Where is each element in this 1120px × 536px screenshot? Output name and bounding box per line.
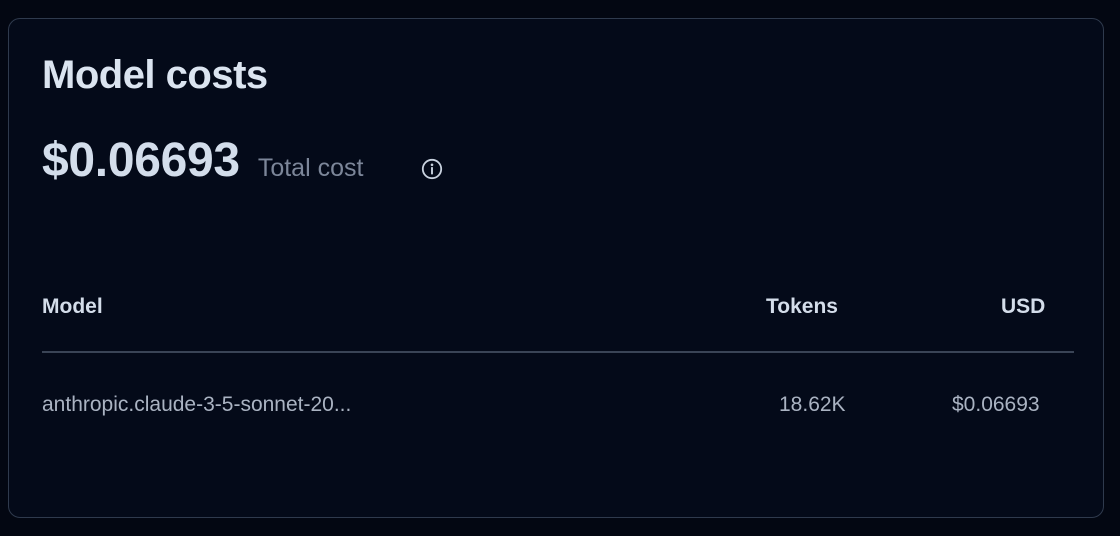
model-costs-card: Model costs $0.06693 Total cost Model To…: [8, 18, 1104, 518]
total-cost-row: $0.06693 Total cost: [42, 133, 363, 197]
column-header-model: Model: [42, 295, 103, 318]
row-model-name: anthropic.claude-3-5-sonnet-20...: [42, 393, 352, 416]
column-header-usd: USD: [1001, 295, 1046, 318]
row-tokens: 18.62K: [779, 393, 846, 416]
row-usd: $0.06693: [952, 393, 1040, 416]
column-header-tokens: Tokens: [766, 295, 838, 318]
total-cost-label: Total cost: [257, 154, 364, 182]
table-header-divider: [42, 351, 1074, 353]
info-icon[interactable]: [421, 158, 443, 180]
total-cost-value: $0.06693: [42, 134, 240, 187]
card-title: Model costs: [42, 53, 268, 97]
